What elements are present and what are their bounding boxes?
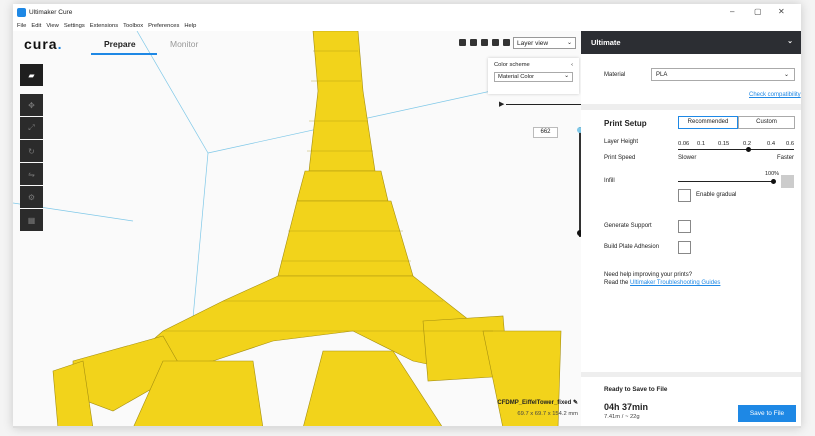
move-icon[interactable]: ✥ (20, 94, 43, 116)
speed-slower: Slower (678, 155, 697, 161)
menu-bar: File Edit View Settings Extensions Toolb… (13, 21, 801, 31)
tab-prepare[interactable]: Prepare (104, 39, 136, 49)
chevron-down-icon: ⌄ (566, 40, 572, 46)
rotate-icon[interactable]: ↻ (20, 140, 43, 162)
print-time: 04h 37min (604, 402, 649, 412)
material-select[interactable]: PLA ⌄ (651, 68, 795, 81)
print-speed-label: Print Speed (604, 155, 636, 161)
enable-gradual-label: Enable gradual (696, 192, 737, 198)
chevron-left-icon[interactable]: ‹ (571, 62, 573, 68)
model-filename-text: CFDMP_EiffelTower_fixed (497, 400, 572, 406)
view-3d-icon[interactable] (459, 39, 466, 46)
view-left-icon[interactable] (492, 39, 499, 46)
menu-toolbox[interactable]: Toolbox (123, 23, 143, 29)
bottom-border (13, 426, 801, 428)
layer-height-handle[interactable] (746, 147, 751, 152)
material-usage: 7.41m / ~ 22g (604, 414, 640, 420)
build-plate-adhesion-label: Build Plate Adhesion (604, 244, 660, 250)
printer-selector[interactable]: Ultimate ⌄ (581, 31, 801, 54)
generate-support-label: Generate Support (604, 223, 652, 229)
view-mode-label: Layer view (517, 40, 549, 47)
layer-number-field[interactable]: 662 (533, 127, 558, 138)
model-dimensions: 69.7 x 69.7 x 154.2 mm (517, 411, 578, 417)
color-scheme-value: Material Color (498, 74, 535, 80)
divider (581, 372, 801, 377)
material-label: Material (604, 72, 626, 78)
infill-handle[interactable] (771, 179, 776, 184)
layer-height-track[interactable] (678, 149, 794, 150)
logo-dot: . (57, 36, 63, 52)
help-read-text: Read the (604, 280, 629, 286)
active-tab-indicator (91, 53, 157, 55)
view-top-icon[interactable] (481, 39, 488, 46)
layer-height-option[interactable]: 0.15 (718, 141, 729, 147)
chevron-down-icon: ⌄ (783, 72, 789, 78)
title-bar: Ultimaker Cure – ▢ ✕ (13, 4, 801, 21)
left-toolbar: ▰ ✥ ⤢ ↻ ⇋ ⚙ ▦ (20, 64, 44, 232)
material-value: PLA (656, 72, 668, 78)
window-title: Ultimaker Cure (29, 9, 73, 16)
color-scheme-panel: Color scheme ‹ Material Color ⌄ (488, 58, 579, 94)
help-read-line: Read the Ultimaker Troubleshooting Guide… (604, 280, 720, 286)
close-button[interactable]: ✕ (778, 7, 785, 16)
cura-logo: cura. (24, 36, 62, 52)
layer-height-option[interactable]: 0.06 (678, 141, 689, 147)
pencil-icon[interactable]: ✎ (573, 400, 578, 406)
infill-percent: 100% (765, 171, 780, 177)
layer-scrubber-track[interactable] (506, 104, 581, 105)
logo-text: cura (24, 36, 58, 52)
view-right-icon[interactable] (503, 39, 510, 46)
check-compatibility-link[interactable]: Check compatibility (749, 92, 801, 98)
layer-height-label: Layer Height (604, 139, 639, 145)
color-scheme-select[interactable]: Material Color ⌄ (494, 72, 573, 82)
menu-settings[interactable]: Settings (64, 23, 85, 29)
menu-preferences[interactable]: Preferences (148, 23, 179, 29)
divider (581, 104, 801, 110)
menu-extensions[interactable]: Extensions (90, 23, 118, 29)
model-filename: CFDMP_EiffelTower_fixed ✎ (493, 399, 578, 406)
speed-faster: Faster (777, 155, 795, 161)
per-model-settings-icon[interactable]: ⚙ (20, 186, 43, 208)
color-scheme-title: Color scheme (494, 62, 530, 68)
play-icon[interactable]: ▶ (499, 100, 504, 108)
cura-window: Ultimaker Cure – ▢ ✕ File Edit View Sett… (13, 4, 801, 428)
infill-preview-icon (781, 175, 794, 188)
open-folder-icon[interactable]: ▰ (20, 64, 43, 86)
menu-view[interactable]: View (46, 23, 58, 29)
layer-height-option[interactable]: 0.1 (697, 141, 705, 147)
ready-status: Ready to Save to File (604, 386, 668, 393)
chevron-down-icon: ⌄ (564, 73, 569, 79)
save-to-file-button[interactable]: Save to File (738, 405, 796, 422)
minimize-button[interactable]: – (730, 7, 734, 16)
maximize-button[interactable]: ▢ (754, 7, 762, 16)
view-front-icon[interactable] (470, 39, 477, 46)
app-icon (17, 8, 26, 17)
tab-custom[interactable]: Custom (738, 116, 795, 129)
menu-file[interactable]: File (17, 23, 26, 29)
scale-icon[interactable]: ⤢ (20, 117, 43, 139)
printer-name: Ultimate (591, 38, 621, 47)
menu-help[interactable]: Help (184, 23, 196, 29)
chevron-down-icon: ⌄ (787, 38, 793, 45)
infill-track[interactable] (678, 181, 774, 182)
troubleshooting-link[interactable]: Ultimaker Troubleshooting Guides (630, 280, 720, 286)
layer-height-option[interactable]: 0.4 (767, 141, 775, 147)
tab-monitor[interactable]: Monitor (170, 39, 198, 49)
infill-label: Infill (604, 178, 615, 184)
generate-support-checkbox[interactable] (678, 220, 691, 233)
support-blocker-icon[interactable]: ▦ (20, 209, 43, 231)
menu-edit[interactable]: Edit (31, 23, 41, 29)
mirror-icon[interactable]: ⇋ (20, 163, 43, 185)
layer-height-option[interactable]: 0.6 (786, 141, 794, 147)
right-panel: Ultimate ⌄ (581, 31, 801, 428)
tab-recommended[interactable]: Recommended (678, 116, 738, 129)
enable-gradual-checkbox[interactable] (678, 189, 691, 202)
help-text: Need help improving your prints? (604, 272, 693, 278)
view-mode-select[interactable]: Layer view ⌄ (513, 37, 576, 49)
view-orientation-buttons (459, 39, 510, 46)
build-plate-adhesion-checkbox[interactable] (678, 241, 691, 254)
print-setup-title: Print Setup (604, 119, 647, 128)
